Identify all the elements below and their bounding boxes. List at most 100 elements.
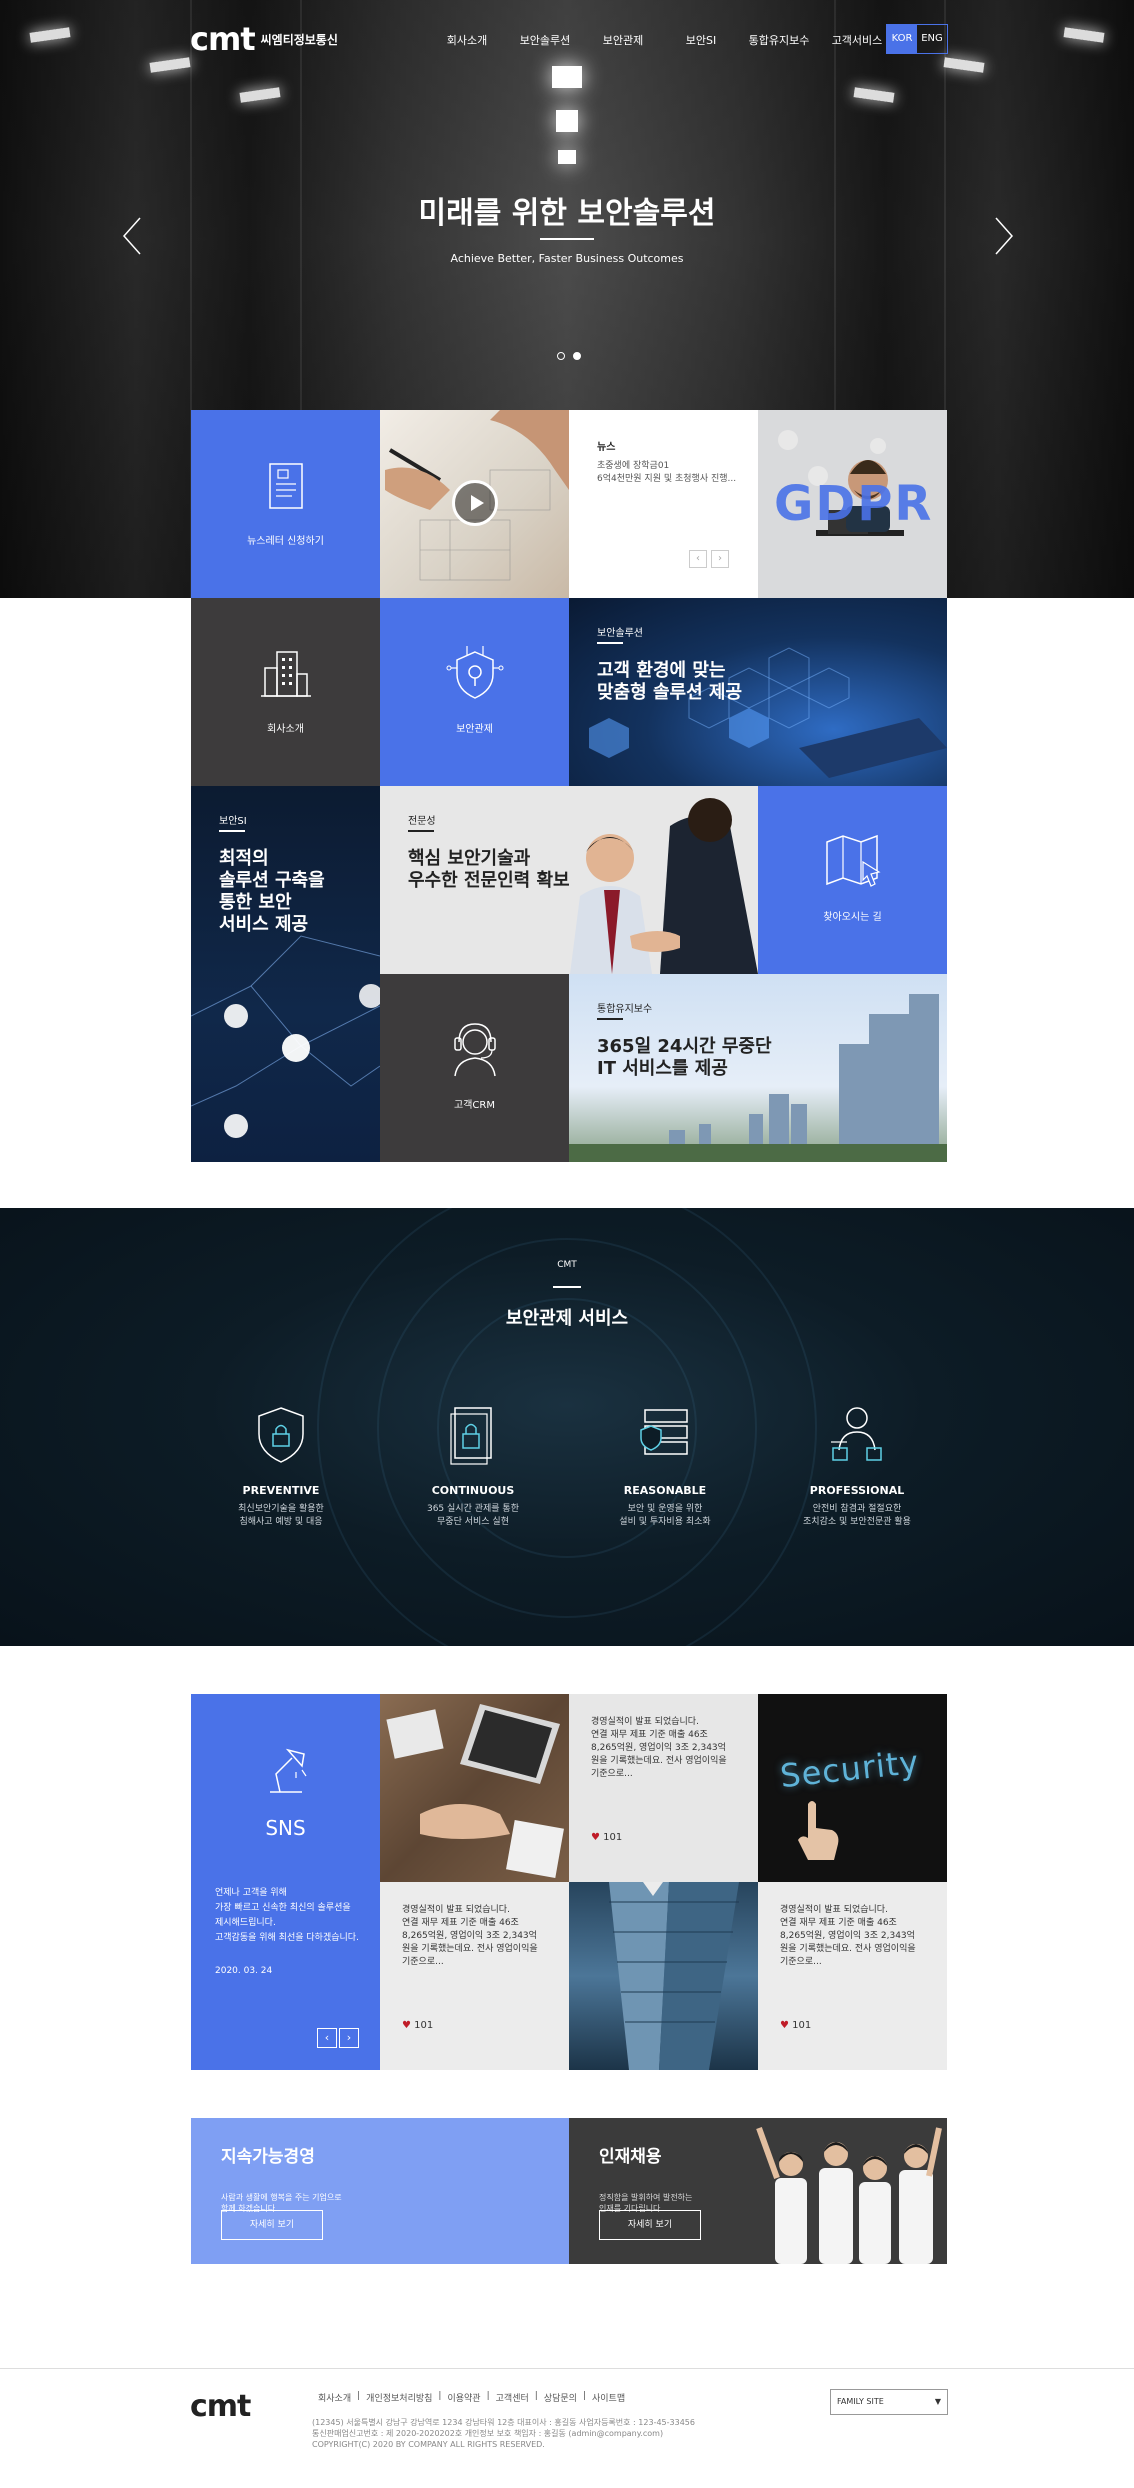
service-item-name: REASONABLE: [623, 1484, 707, 1497]
sns-post[interactable]: 경영실적이 발표 되었습니다. 연결 재무 제표 기준 매출 46조 8,265…: [380, 1882, 569, 2070]
chevron-left-icon[interactable]: ‹: [689, 550, 707, 568]
like-count[interactable]: ♥ 101: [780, 2020, 811, 2031]
chevron-right-icon[interactable]: ›: [711, 550, 729, 568]
chevron-right-icon[interactable]: ›: [339, 2028, 359, 2048]
footer-link-sitemap[interactable]: 사이트맵: [586, 2391, 631, 2404]
footer-copyright: COPYRIGHT(C) 2020 BY COMPANY ALL RIGHTS …: [312, 2440, 545, 2449]
hero-divider: [540, 238, 594, 240]
play-icon: [471, 495, 484, 511]
hero-title: 미래를 위한 보안솔루션: [418, 196, 716, 231]
language-switch: KOR ENG: [886, 24, 948, 54]
solution-tile[interactable]: 보안솔루션 고객 환경에 맞는 맞춤형 솔루션 제공: [569, 598, 947, 786]
slide-dot[interactable]: [557, 352, 565, 360]
ceiling-light: [149, 57, 191, 73]
footer-link-support[interactable]: 고객센터: [490, 2391, 535, 2404]
solution-divider: [597, 642, 623, 644]
sns-post[interactable]: 경영실적이 발표 되었습니다. 연결 재무 제표 기준 매출 46조 8,265…: [569, 1694, 758, 1882]
si-title: 최적의 솔루션 구축을 통한 보안 서비스 제공: [219, 848, 325, 935]
footer-address: (12345) 서울특별시 강남구 강남역로 1234 강남타워 12층 대표이…: [312, 2418, 695, 2427]
expert-tile[interactable]: 전문성 핵심 보안기술과 우수한 전문인력 확보: [380, 786, 758, 974]
sns-title: SNS: [265, 1816, 306, 1840]
lang-eng-button[interactable]: ENG: [917, 25, 947, 53]
footer-info: (12345) 서울특별시 강남구 강남역로 1234 강남타워 12층 대표이…: [312, 2417, 695, 2450]
maintenance-divider: [597, 1018, 623, 1020]
si-tag: 보안SI: [219, 816, 247, 827]
security-control-tile[interactable]: 보안관제: [380, 598, 569, 786]
lamp-icon: [269, 1748, 306, 1793]
sns-tile: SNS 언제나 고객을 위해 가장 빠르고 신속한 최신의 솔루션을 제시해드립…: [191, 1694, 380, 2070]
slide-dot-active[interactable]: [573, 352, 581, 360]
heart-icon: ♥: [780, 2020, 789, 2031]
lang-kor-button[interactable]: KOR: [887, 25, 917, 53]
play-button[interactable]: [452, 480, 498, 526]
si-tile[interactable]: 보안SI 최적의 솔루션 구축을 통한 보안 서비스 제공: [191, 786, 380, 1162]
crm-tile[interactable]: 고객CRM: [380, 974, 569, 1162]
maintenance-title: 365일 24시간 무중단 IT 서비스를 제공: [597, 1036, 772, 1079]
sustainability-more-button[interactable]: 자세히 보기: [221, 2210, 323, 2240]
service-item-desc: 365 실시간 관제를 통한 무중단 서비스 실현: [426, 1504, 519, 1527]
footer-registration: 통신판매업신고번호 : 제 2020-2020202호 개인정보 보호 책임자 …: [312, 2429, 664, 2438]
footer-link-privacy[interactable]: 개인정보처리방침: [360, 2391, 438, 2404]
family-site-label: FAMILY SITE: [837, 2397, 884, 2406]
sns-post-text: 경영실적이 발표 되었습니다. 연결 재무 제표 기준 매출 46조 8,265…: [402, 1905, 538, 1967]
video-tile[interactable]: [380, 410, 569, 598]
team-photo-image: [756, 2126, 942, 2264]
ceiling-light: [853, 87, 895, 103]
sns-post-text: 경영실적이 발표 되었습니다. 연결 재무 제표 기준 매출 46조 8,265…: [780, 1905, 916, 1967]
sns-description: 언제나 고객을 위해 가장 빠르고 신속한 최신의 솔루션을 제시해드립니다. …: [215, 1888, 359, 1943]
server-shield-icon: [640, 1409, 688, 1455]
sns-pager: ‹ ›: [317, 2028, 359, 2048]
footer: cmt 회사소개 | 개인정보처리방침 | 이용약관 | 고객센터 | 상담문의 | 사이…: [0, 2368, 1134, 2488]
news-pager: ‹ ›: [689, 550, 729, 568]
laptop-handshake-image: [386, 1704, 564, 1878]
footer-link-terms[interactable]: 이용약관: [441, 2391, 486, 2404]
service-item-name: PREVENTIVE: [242, 1484, 320, 1497]
nav-item-control[interactable]: 보안관제: [584, 32, 662, 48]
like-count[interactable]: ♥ 101: [402, 2020, 433, 2031]
service-item-reasonable: REASONABLE 보안 및 운영을 위한 설비 및 투자비용 최소화: [570, 1404, 760, 1529]
directions-tile[interactable]: 찾아오시는 길: [758, 786, 947, 974]
like-count[interactable]: ♥ 101: [591, 1832, 622, 1843]
gdpr-tile[interactable]: GDPR: [758, 410, 947, 598]
cloud-network-image: [191, 935, 380, 1138]
footer-link-inquiry[interactable]: 상담문의: [538, 2391, 583, 2404]
service-item-desc: 최신보안기술을 활용한 침해사고 예방 및 대응: [238, 1504, 324, 1527]
ceiling-lamp: [556, 110, 578, 132]
nav-item-solution[interactable]: 보안솔루션: [506, 32, 584, 48]
service-item-continuous: CONTINUOUS 365 실시간 관제를 통한 무중단 서비스 실현: [378, 1404, 568, 1529]
sns-photo-security[interactable]: Security: [758, 1694, 947, 1882]
ceiling-light: [1063, 27, 1105, 43]
nav-item-si[interactable]: 보안SI: [662, 32, 740, 48]
hero-subtitle: Achieve Better, Faster Business Outcomes: [450, 252, 684, 265]
ceiling-light: [943, 57, 985, 73]
newsletter-tile[interactable]: 뉴스레터 신청하기: [191, 410, 380, 598]
ceiling-lamp: [558, 150, 576, 164]
nav-item-company[interactable]: 회사소개: [428, 32, 506, 48]
si-divider: [219, 830, 245, 832]
chevron-left-icon[interactable]: [120, 216, 144, 256]
ceiling-light: [239, 87, 281, 103]
heart-icon: ♥: [591, 1832, 600, 1843]
footer-link-company[interactable]: 회사소개: [312, 2391, 357, 2404]
service-title: 보안관제 서비스: [505, 1308, 629, 1329]
maintenance-tile[interactable]: 통합유지보수 365일 24시간 무중단 IT 서비스를 제공: [569, 974, 947, 1162]
pointer-hand-icon: [798, 1801, 839, 1860]
chevron-right-icon[interactable]: [992, 216, 1016, 256]
newsletter-label: 뉴스레터 신청하기: [247, 536, 324, 547]
chevron-left-icon[interactable]: ‹: [317, 2028, 337, 2048]
logo-mark: cmt: [190, 20, 256, 58]
footer-logo[interactable]: cmt: [190, 2389, 251, 2424]
security-control-label: 보안관제: [456, 724, 493, 735]
logo[interactable]: cmt 씨엠티정보통신: [190, 20, 338, 58]
company-tile[interactable]: 회사소개: [191, 598, 380, 786]
sns-photo-laptop[interactable]: [380, 1694, 569, 1882]
service-item-name: CONTINUOUS: [431, 1484, 515, 1497]
sns-photo-building[interactable]: [569, 1882, 758, 2070]
recruit-more-button[interactable]: 자세히 보기: [599, 2210, 701, 2240]
news-tile[interactable]: 뉴스 초중생에 장학금01 6억4천만원 지원 및 초청행사 진행... ‹ ›: [569, 410, 758, 598]
nav-item-customer[interactable]: 고객서비스: [818, 32, 896, 48]
service-item-preventive: PREVENTIVE 최신보안기술을 활용한 침해사고 예방 및 대응: [186, 1404, 376, 1529]
sns-post[interactable]: 경영실적이 발표 되었습니다. 연결 재무 제표 기준 매출 46조 8,265…: [758, 1882, 947, 2070]
family-site-select[interactable]: FAMILY SITE ▼: [830, 2389, 948, 2415]
nav-item-maintenance[interactable]: 통합유지보수: [740, 32, 818, 48]
